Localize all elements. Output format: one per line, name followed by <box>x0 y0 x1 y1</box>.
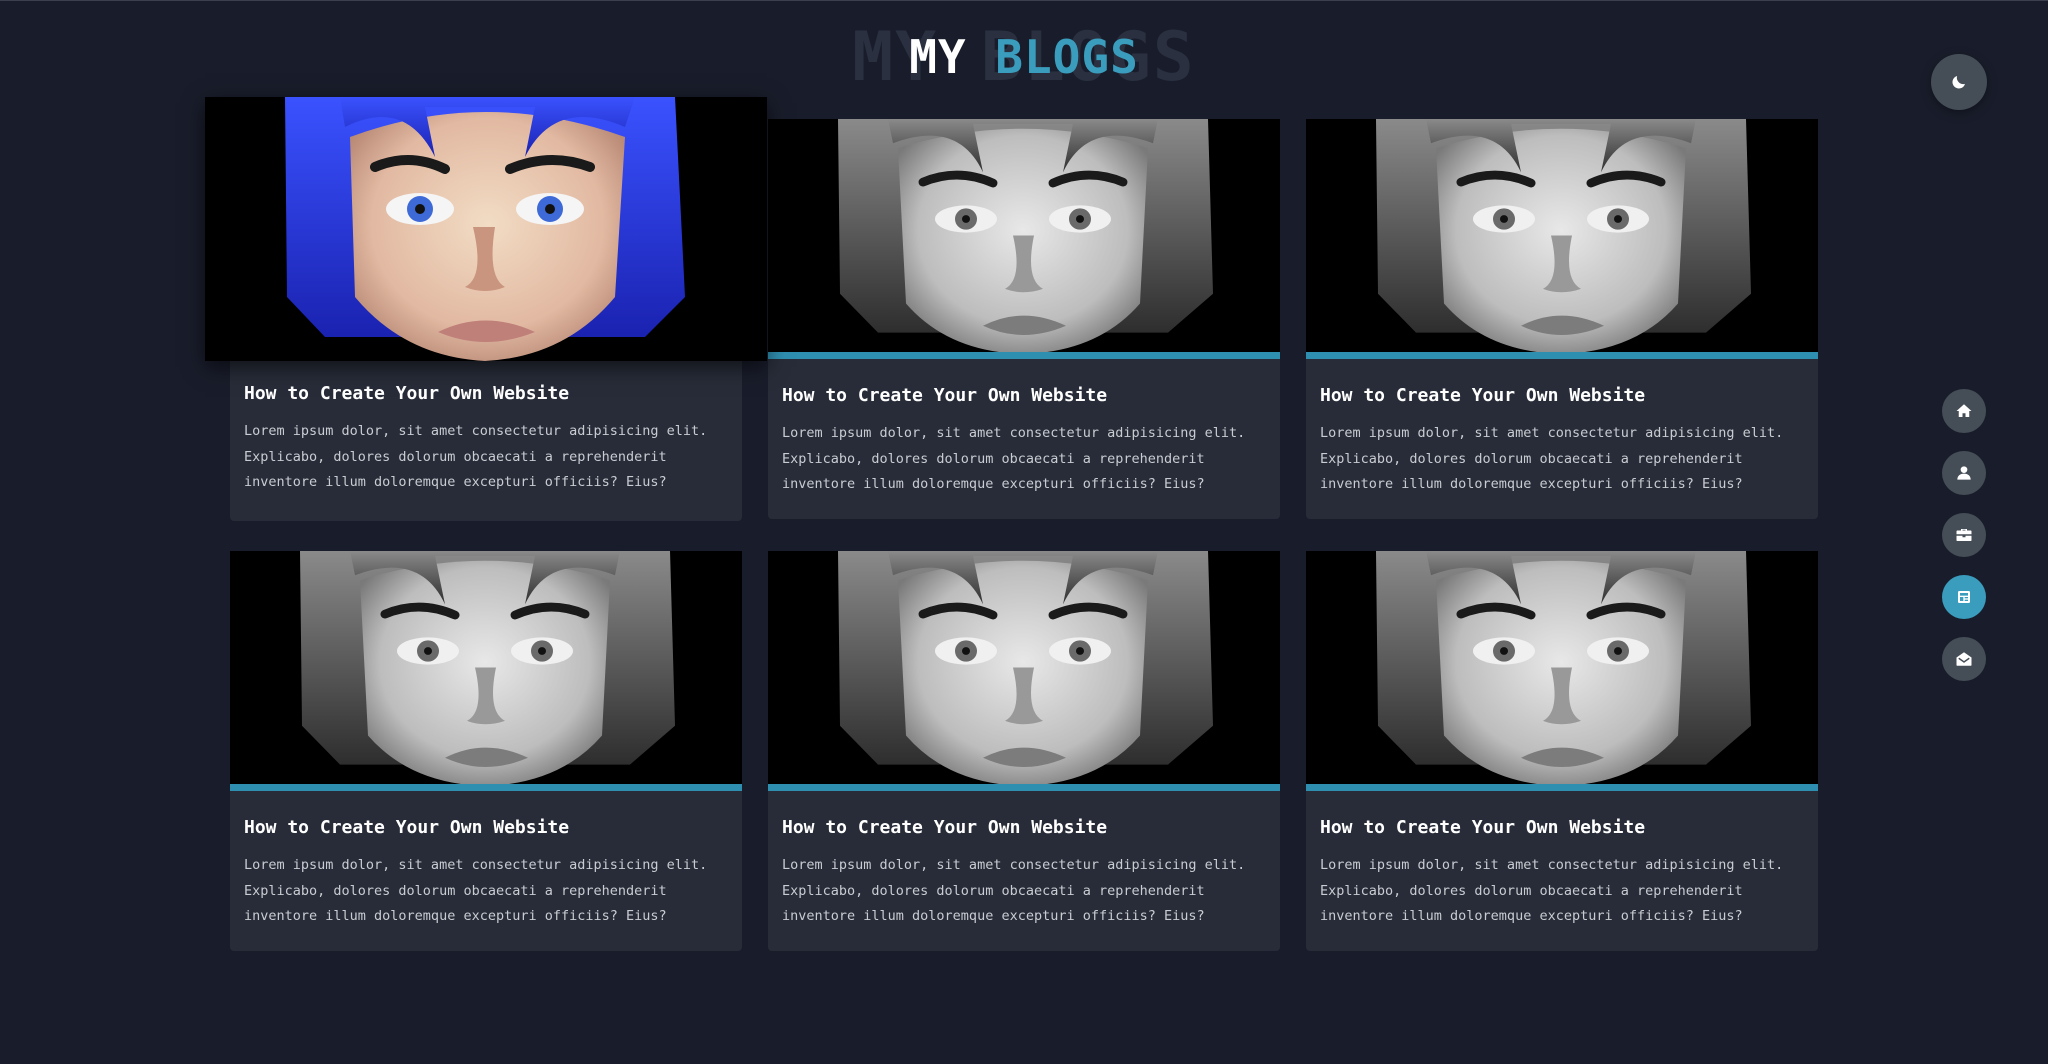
blog-card-description: Lorem ipsum dolor, sit amet consectetur … <box>244 857 708 924</box>
blog-card-image <box>205 97 767 361</box>
blog-card-image <box>768 119 1280 359</box>
heading-word-accent: BLOGS <box>995 30 1139 84</box>
blog-icon <box>1958 591 1970 603</box>
nav-home-button[interactable] <box>1942 389 1986 433</box>
blog-card-title[interactable]: How to Create Your Own Website <box>244 816 728 840</box>
blog-card-title[interactable]: How to Create Your Own Website <box>244 382 728 406</box>
blog-card-title[interactable]: How to Create Your Own Website <box>782 384 1266 408</box>
user-icon <box>1957 466 1971 480</box>
nav-blogs-button[interactable] <box>1942 575 1986 619</box>
blog-card-image <box>768 551 1280 791</box>
blog-card-title[interactable]: How to Create Your Own Website <box>1320 384 1804 408</box>
theme-toggle-button[interactable] <box>1931 54 1987 110</box>
home-icon <box>1956 404 1972 417</box>
blog-card[interactable]: How to Create Your Own Website Lorem ips… <box>768 119 1280 519</box>
heading-word-main: MY <box>909 30 967 84</box>
blog-card-description: Lorem ipsum dolor, sit amet consectetur … <box>1320 857 1784 924</box>
portrait-image <box>768 119 1280 352</box>
blog-card-description: Lorem ipsum dolor, sit amet consectetur … <box>1320 425 1784 492</box>
blog-card-image <box>1306 119 1818 359</box>
blog-card[interactable]: How to Create Your Own Website Lorem ips… <box>768 551 1280 951</box>
blog-card[interactable]: How to Create Your Own Website Lorem ips… <box>1306 119 1818 519</box>
briefcase-icon <box>1956 529 1972 541</box>
blog-card-description: Lorem ipsum dolor, sit amet consectetur … <box>782 425 1246 492</box>
side-nav <box>1942 389 1986 699</box>
portrait-image <box>768 551 1280 784</box>
envelope-open-icon <box>1956 652 1972 666</box>
heading-title: MY BLOGS <box>0 29 2048 85</box>
nav-portfolio-button[interactable] <box>1942 513 1986 557</box>
blog-card-description: Lorem ipsum dolor, sit amet consectetur … <box>782 857 1246 924</box>
blog-card[interactable]: How to Create Your Own Website Lorem ips… <box>230 551 742 951</box>
page-heading: MY BLOGS MY BLOGS <box>0 23 2048 93</box>
nav-about-button[interactable] <box>1942 451 1986 495</box>
nav-contact-button[interactable] <box>1942 637 1986 681</box>
blog-card[interactable]: How to Create Your Own Website Lorem ips… <box>205 97 767 521</box>
blog-card[interactable]: How to Create Your Own Website Lorem ips… <box>1306 551 1818 951</box>
blog-card-title[interactable]: How to Create Your Own Website <box>1320 816 1804 840</box>
blog-card-title[interactable]: How to Create Your Own Website <box>782 816 1266 840</box>
blog-card-description: Lorem ipsum dolor, sit amet consectetur … <box>244 423 708 490</box>
portrait-image <box>205 97 767 361</box>
portrait-image <box>1306 119 1818 352</box>
blog-card-image <box>1306 551 1818 791</box>
blog-card-image <box>230 551 742 791</box>
portrait-image <box>230 551 742 784</box>
moon-icon <box>1952 76 1965 89</box>
portrait-image <box>1306 551 1818 784</box>
